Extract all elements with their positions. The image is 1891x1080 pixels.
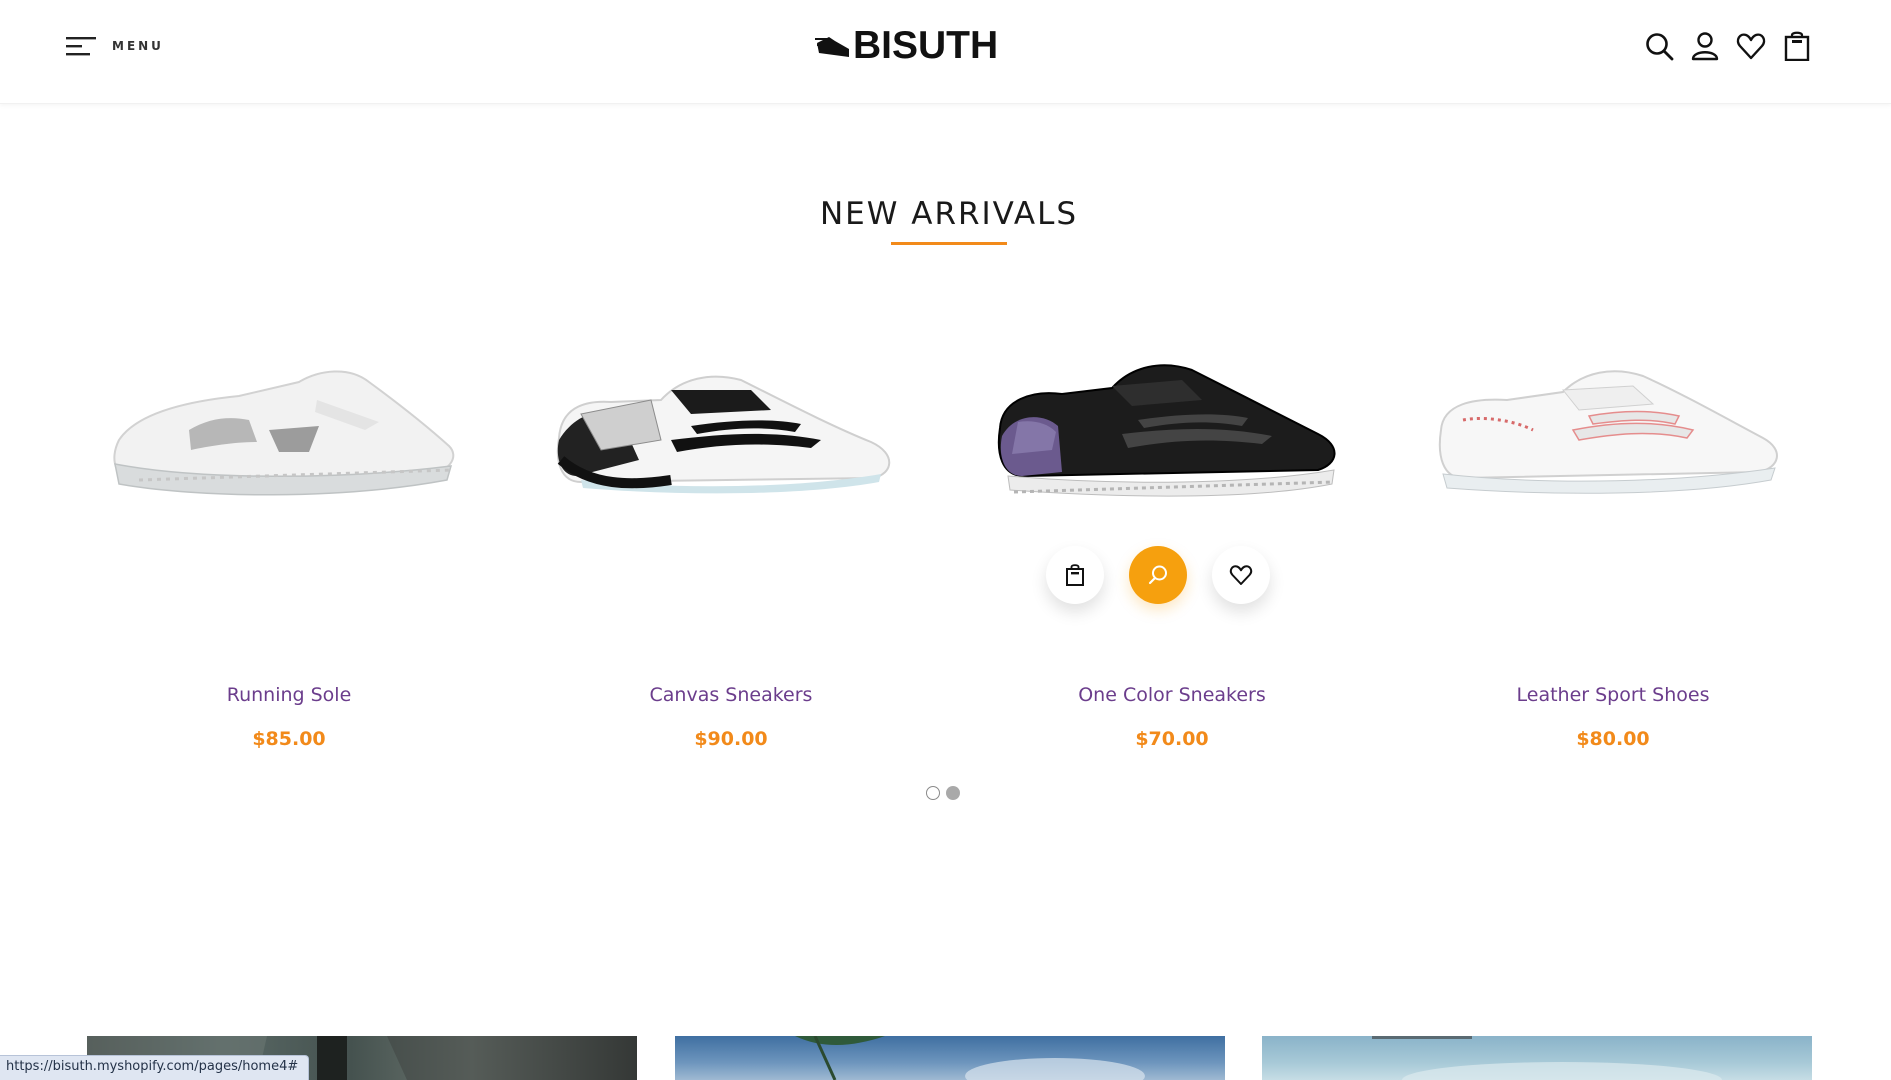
banner-photo-2 xyxy=(795,1036,1145,1080)
section-title: NEW ARRIVALS xyxy=(819,196,1079,232)
black-white-sneaker-image xyxy=(556,375,891,494)
menu-button[interactable]: MENU xyxy=(66,34,164,58)
logo-text: BISUTH xyxy=(853,24,999,67)
wishlist-heart-icon xyxy=(1736,33,1766,60)
site-logo[interactable]: BISUTH xyxy=(815,24,998,68)
slider-pagination xyxy=(926,786,966,800)
cart-bag-icon xyxy=(1784,31,1810,61)
product-price: $80.00 xyxy=(1576,728,1650,750)
add-to-wishlist-button[interactable] xyxy=(1212,546,1270,604)
product-image[interactable] xyxy=(521,330,941,580)
title-underline xyxy=(891,242,1007,245)
product-name[interactable]: One Color Sneakers xyxy=(962,684,1382,706)
product-image[interactable] xyxy=(1403,330,1823,580)
product-name[interactable]: Leather Sport Shoes xyxy=(1403,684,1823,706)
product-card[interactable]: Leather Sport Shoes $80.00 xyxy=(1403,300,1823,760)
search-button[interactable] xyxy=(1644,30,1674,62)
add-to-cart-icon xyxy=(1066,564,1084,586)
search-icon xyxy=(1646,33,1674,61)
menu-label: MENU xyxy=(112,39,164,53)
wishlist-button[interactable] xyxy=(1736,30,1766,62)
white-red-sneaker-image xyxy=(1438,370,1778,494)
product-price: $85.00 xyxy=(252,728,326,750)
product-name[interactable]: Running Sole xyxy=(79,684,499,706)
promo-banner-2[interactable] xyxy=(675,1036,1225,1080)
account-button[interactable] xyxy=(1690,30,1720,62)
promo-banner-3[interactable] xyxy=(1262,1036,1812,1080)
product-image[interactable] xyxy=(79,330,499,580)
slider-dot-2-active[interactable] xyxy=(946,786,960,800)
product-name[interactable]: Canvas Sneakers xyxy=(521,684,941,706)
black-sneaker-image xyxy=(997,364,1336,497)
product-price: $90.00 xyxy=(694,728,768,750)
site-header: MENU BISUTH xyxy=(0,0,1891,104)
status-bar-url: https://bisuth.myshopify.com/pages/home4… xyxy=(0,1055,310,1080)
slider-dot-1[interactable] xyxy=(926,786,940,800)
header-actions xyxy=(1644,30,1812,62)
product-card[interactable]: One Color Sneakers $70.00 xyxy=(962,300,1382,760)
white-sneaker-image xyxy=(113,370,455,496)
product-price: $70.00 xyxy=(1135,728,1209,750)
account-icon xyxy=(1691,32,1719,61)
cart-button[interactable] xyxy=(1782,30,1812,62)
hamburger-menu-icon xyxy=(66,37,96,56)
add-to-cart-button[interactable] xyxy=(1046,546,1104,604)
product-hover-actions xyxy=(1046,546,1272,606)
quick-view-search-icon xyxy=(1148,565,1167,585)
product-card[interactable]: Running Sole $85.00 xyxy=(79,300,499,760)
shoe-logo-icon xyxy=(815,37,849,57)
banner-photo-3 xyxy=(1372,1036,1722,1080)
product-card[interactable]: Canvas Sneakers $90.00 xyxy=(521,300,941,760)
wishlist-heart-icon xyxy=(1229,565,1253,585)
product-image[interactable] xyxy=(962,330,1382,580)
quick-view-button[interactable] xyxy=(1129,546,1187,604)
